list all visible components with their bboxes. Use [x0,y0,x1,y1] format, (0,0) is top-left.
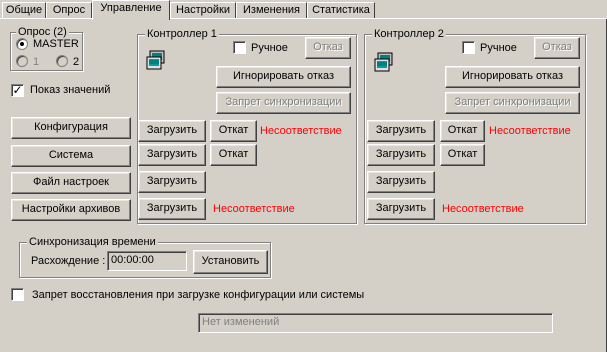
controller-1-rollback-button[interactable]: Откат [210,120,257,142]
restore-ban-checkbox[interactable] [11,288,24,301]
controller-1-rollback-button[interactable]: Откат [210,144,257,166]
controller-1-ignore-fault-button[interactable]: Игнорировать отказ [216,66,351,88]
controller-icon [374,52,393,72]
controller-1-title: Контроллер 1 [145,28,219,41]
tab-changes[interactable]: Изменения [236,2,307,19]
drift-value-field[interactable]: 00:00:00 [107,251,187,271]
controller-2-mismatch-status: Несоответствие [442,203,524,215]
master-radio[interactable] [16,38,28,50]
controller-1-mismatch-status: Несоответствие [213,203,295,215]
controller-2-mismatch-status: Несоответствие [489,125,571,137]
tab-settings[interactable]: Настройки [170,2,236,19]
controller-1-load-button[interactable]: Загрузить [138,144,206,166]
archive-settings-button[interactable]: Настройки архивов [11,199,131,221]
controller-2-radio[interactable] [56,55,68,67]
controller-1-radio[interactable] [16,55,28,67]
configuration-button[interactable]: Конфигурация [11,117,131,139]
checkmark-icon: ✓ [12,83,23,97]
time-sync-title: Синхронизация времени [27,236,158,249]
controller-2-sync-ban-button[interactable]: Запрет синхронизации [445,92,580,114]
controller-2-load-button[interactable]: Загрузить [367,120,435,142]
controller-icon [146,50,165,70]
controller-2-manual-checkbox[interactable] [462,41,475,54]
controller-1-manual-checkbox[interactable] [233,41,246,54]
changes-status-field: Нет изменений [198,313,553,333]
controller-1-fault-button[interactable]: Отказ [305,37,351,59]
set-time-button[interactable]: Установить [193,250,268,274]
controller-1-load-button[interactable]: Загрузить [138,198,206,220]
controller-2-load-button[interactable]: Загрузить [367,171,435,193]
master-label: MASTER [33,38,79,50]
controller-1-load-button[interactable]: Загрузить [138,171,206,193]
controller-1-mismatch-status: Несоответствие [260,125,342,137]
controller-2-load-button[interactable]: Загрузить [367,144,435,166]
tab-statistics[interactable]: Статистика [307,2,375,19]
controller-2-fault-button[interactable]: Отказ [534,37,580,59]
drift-label: Расхождение : [31,255,106,267]
controller-2-title: Контроллер 2 [372,28,446,41]
tab-poll[interactable]: Опрос [46,2,92,19]
controller-2-ignore-fault-button[interactable]: Игнорировать отказ [445,66,580,88]
show-values-checkbox[interactable]: ✓ [11,83,24,97]
controller-2-rollback-button[interactable]: Откат [440,120,485,142]
restore-ban-label: Запрет восстановления при загрузке конфи… [32,289,365,301]
controller-2-manual-label: Ручное [480,42,517,54]
controller-1-sync-ban-button[interactable]: Запрет синхронизации [216,92,351,114]
controller-1-manual-label: Ручное [251,42,288,54]
radio-selected-dot [20,42,24,46]
radio-1-label: 1 [33,56,40,68]
radio-2-label: 2 [73,56,80,68]
tab-general[interactable]: Общие [2,2,46,19]
settings-file-button[interactable]: Файл настроек [11,172,131,194]
tab-bar: Общие Опрос Управление Настройки Изменен… [0,0,607,20]
controller-1-load-button[interactable]: Загрузить [138,120,206,142]
controller-2-load-button[interactable]: Загрузить [367,198,435,220]
controller-2-rollback-button[interactable]: Откат [440,144,485,166]
tab-control[interactable]: Управление [92,0,170,20]
system-button[interactable]: Система [11,145,131,167]
show-values-label: Показ значений [30,84,111,96]
